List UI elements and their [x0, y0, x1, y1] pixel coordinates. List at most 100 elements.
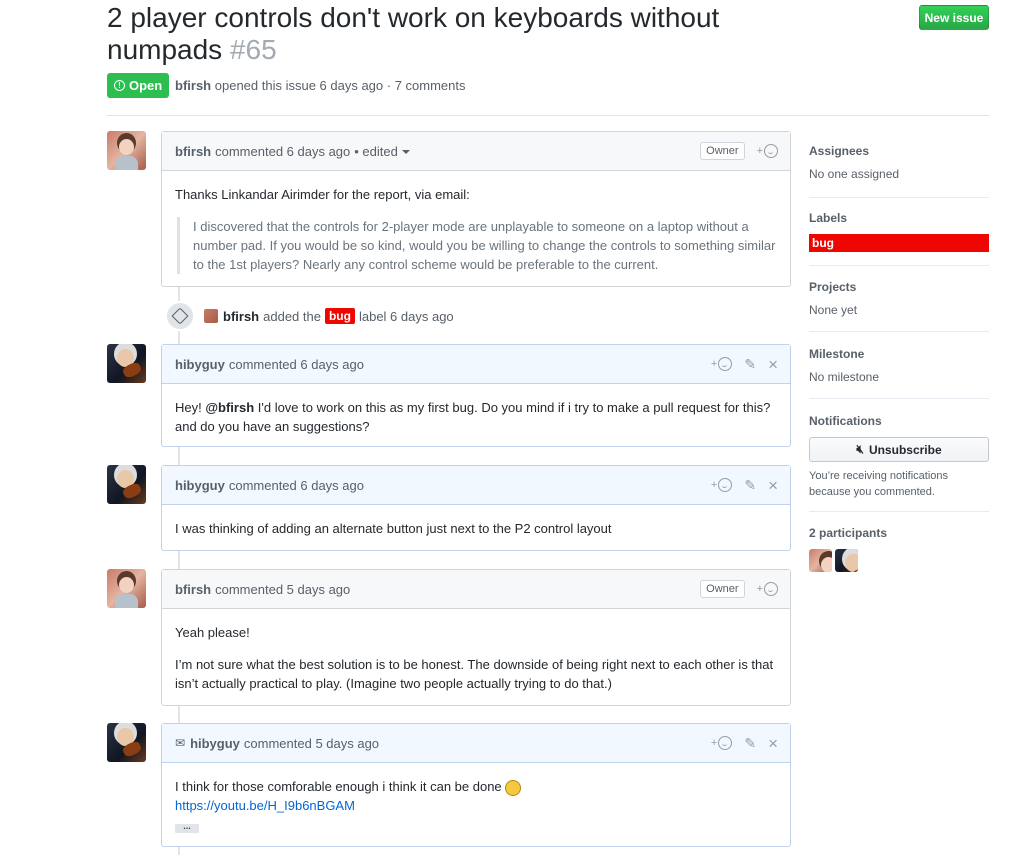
participants-list [809, 549, 989, 575]
smiley-icon [718, 357, 733, 371]
add-reaction-button[interactable]: + [757, 144, 778, 158]
chevron-down-icon [401, 150, 410, 155]
milestone-value: No milestone [809, 370, 880, 384]
comment-timestamp[interactable]: commented 6 days ago [229, 478, 364, 493]
tag-icon [171, 307, 189, 325]
comment-timestamp[interactable]: commented 6 days ago [215, 144, 350, 159]
comment-1-actions: Owner + [700, 132, 778, 170]
email-envelope-icon: ✉ [175, 736, 186, 750]
avatar-hibyguy[interactable] [107, 344, 146, 383]
label-event: bfirsh added the bug label 6 days ago [165, 301, 454, 331]
bug-label[interactable]: bug [324, 308, 355, 324]
comment-2-text-after: I'd love to work on this as my first bug… [175, 400, 771, 434]
close-icon[interactable]: × [768, 356, 778, 373]
comment-3-actions: + ✎ × [711, 466, 778, 504]
comment-1-intro: Thanks Linkandar Airimder for the report… [175, 187, 470, 202]
comment-5-link-line: https://youtu.be/H_I9b6nBGAM [175, 796, 777, 815]
assignees-value: No one assigned [809, 167, 900, 181]
event-actor-avatar[interactable] [204, 309, 218, 323]
avatar-bfirsh[interactable] [107, 131, 146, 170]
sidebar-bug-label[interactable]: bug [809, 234, 989, 252]
mute-speaker-icon: 🔇︎ [856, 442, 864, 456]
event-actor-link[interactable]: bfirsh [223, 309, 259, 324]
comment-5-text: I think for those comforable enough i th… [175, 779, 502, 794]
comment-5: ✉ hibyguy commented 5 days ago + ✎ × I t… [161, 723, 791, 847]
milestone-heading[interactable]: Milestone [809, 347, 989, 361]
sidebar-participants: 2 participants [809, 526, 989, 575]
close-icon[interactable]: × [768, 477, 778, 494]
issue-meta: bfirsh opened this issue 6 days ago · 7 … [175, 78, 466, 93]
projects-value: None yet [809, 303, 858, 317]
assignees-heading[interactable]: Assignees [809, 144, 989, 158]
comment-timestamp[interactable]: commented 5 days ago [215, 582, 350, 597]
edited-dropdown[interactable]: • edited [354, 144, 410, 159]
owner-badge: Owner [700, 142, 745, 160]
edit-pencil-icon[interactable]: ✎ [744, 477, 756, 494]
add-reaction-button[interactable]: + [757, 582, 778, 596]
comment-1-body: Thanks Linkandar Airimder for the report… [162, 171, 790, 286]
labels-heading[interactable]: Labels [809, 211, 989, 225]
comment-2-text-before: Hey! [175, 400, 206, 415]
comment-3: hibyguy commented 6 days ago + ✎ × I was… [161, 465, 791, 551]
sidebar-milestone: Milestone No milestone [809, 347, 989, 384]
comment-5-header: ✉ hibyguy commented 5 days ago + ✎ × [162, 724, 790, 763]
smiley-icon [764, 144, 778, 158]
comment-4-p2: I’m not sure what the best solution is t… [175, 657, 774, 691]
comment-1-quote: I discovered that the controls for 2-pla… [177, 217, 777, 274]
smiley-icon [718, 478, 733, 492]
sidebar-divider [809, 197, 989, 198]
comment-1: bfirsh commented 6 days ago • edited Own… [161, 131, 791, 287]
issue-state-badge: ! Open [107, 73, 170, 98]
comment-4-actions: Owner + [700, 570, 778, 608]
comment-5-body: I think for those comforable enough i th… [162, 763, 790, 846]
tag-icon-badge [165, 301, 195, 331]
comment-5-ellipsis-line: ... [175, 815, 777, 834]
projects-heading[interactable]: Projects [809, 280, 989, 294]
user-mention-link[interactable]: @bfirsh [205, 400, 254, 415]
comment-2-actions: + ✎ × [711, 345, 778, 383]
add-reaction-button[interactable]: + [711, 357, 733, 371]
unsubscribe-button[interactable]: 🔇︎ Unsubscribe [809, 437, 989, 462]
participant-avatar-hibyguy[interactable] [835, 549, 858, 572]
add-reaction-button[interactable]: + [711, 478, 733, 492]
comment-author-link[interactable]: hibyguy [175, 478, 225, 493]
participant-avatar-bfirsh[interactable] [809, 549, 832, 572]
youtube-link[interactable]: https://youtu.be/H_I9b6nBGAM [175, 798, 355, 813]
edit-pencil-icon[interactable]: ✎ [744, 735, 756, 752]
comment-author-link[interactable]: bfirsh [175, 582, 211, 597]
issue-open-icon: ! [114, 80, 125, 91]
sidebar-divider [809, 511, 989, 512]
issue-number: #65 [229, 34, 277, 65]
comment-2-body: Hey! @bfirsh I'd love to work on this as… [162, 384, 790, 448]
comment-author-link[interactable]: hibyguy [190, 736, 240, 751]
add-reaction-button[interactable]: + [711, 736, 733, 750]
comment-3-header: hibyguy commented 6 days ago + ✎ × [162, 466, 790, 505]
avatar-bfirsh[interactable] [107, 569, 146, 608]
avatar-hibyguy[interactable] [107, 723, 146, 762]
edit-pencil-icon[interactable]: ✎ [744, 356, 756, 373]
comment-timestamp[interactable]: commented 5 days ago [244, 736, 379, 751]
notifications-reason: You’re receiving notifications because y… [809, 470, 949, 498]
smiley-icon [764, 582, 778, 596]
issue-author-link[interactable]: bfirsh [175, 78, 211, 93]
close-icon[interactable]: × [768, 735, 778, 752]
comment-timestamp[interactable]: commented 6 days ago [229, 357, 364, 372]
issue-state-label: Open [129, 78, 163, 93]
comment-4: bfirsh commented 5 days ago Owner + Yeah… [161, 569, 791, 706]
sweat-smile-emoji-icon [505, 779, 522, 796]
owner-badge: Owner [700, 580, 745, 598]
new-issue-button[interactable]: New issue [919, 5, 989, 30]
avatar-hibyguy[interactable] [107, 465, 146, 504]
comment-4-body: Yeah please! I’m not sure what the best … [162, 609, 790, 705]
comment-author-link[interactable]: bfirsh [175, 144, 211, 159]
event-text-after: label 6 days ago [358, 308, 454, 324]
hidden-text-expander[interactable]: ... [175, 822, 199, 833]
comment-4-p1: Yeah please! [175, 625, 250, 640]
edited-label: • edited [354, 143, 398, 159]
header-divider [107, 115, 989, 116]
issue-title-text: 2 player controls don't work on keyboard… [107, 2, 720, 65]
smiley-icon [718, 736, 733, 750]
sidebar-notifications: Notifications 🔇︎ Unsubscribe You’re rece… [809, 414, 989, 500]
comment-author-link[interactable]: hibyguy [175, 357, 225, 372]
sidebar-divider [809, 265, 989, 266]
